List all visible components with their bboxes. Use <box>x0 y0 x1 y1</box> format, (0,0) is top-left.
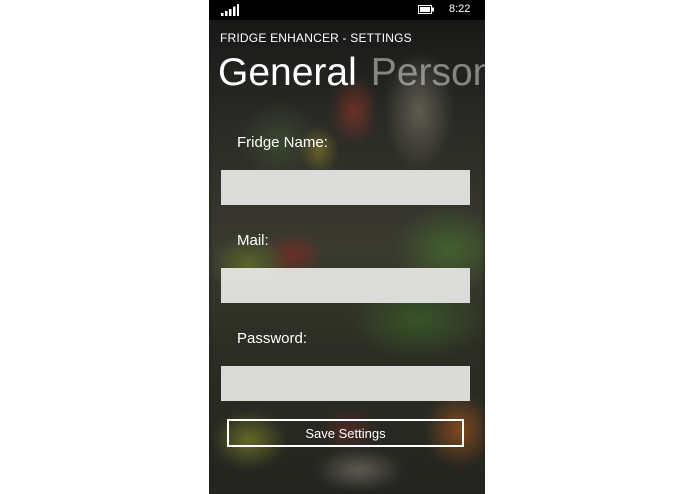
status-time: 8:22 <box>449 3 471 15</box>
tab-general[interactable]: General <box>218 51 357 94</box>
tab-person[interactable]: Person <box>371 51 485 94</box>
save-settings-button[interactable]: Save Settings <box>227 419 464 447</box>
password-input[interactable] <box>221 366 470 401</box>
mail-input[interactable] <box>221 268 470 303</box>
password-label: Password: <box>237 330 308 347</box>
mail-label: Mail: <box>237 232 269 249</box>
fridge-name-label: Fridge Name: <box>237 134 328 151</box>
signal-strength-icon <box>221 4 239 16</box>
battery-icon <box>418 5 434 14</box>
app-title: FRIDGE ENHANCER - SETTINGS <box>220 31 412 45</box>
phone-screen: 8:22 FRIDGE ENHANCER - SETTINGS General P… <box>209 0 485 494</box>
fridge-name-input[interactable] <box>221 170 470 205</box>
pivot-header: General Person <box>218 49 485 97</box>
status-bar: 8:22 <box>209 0 485 20</box>
